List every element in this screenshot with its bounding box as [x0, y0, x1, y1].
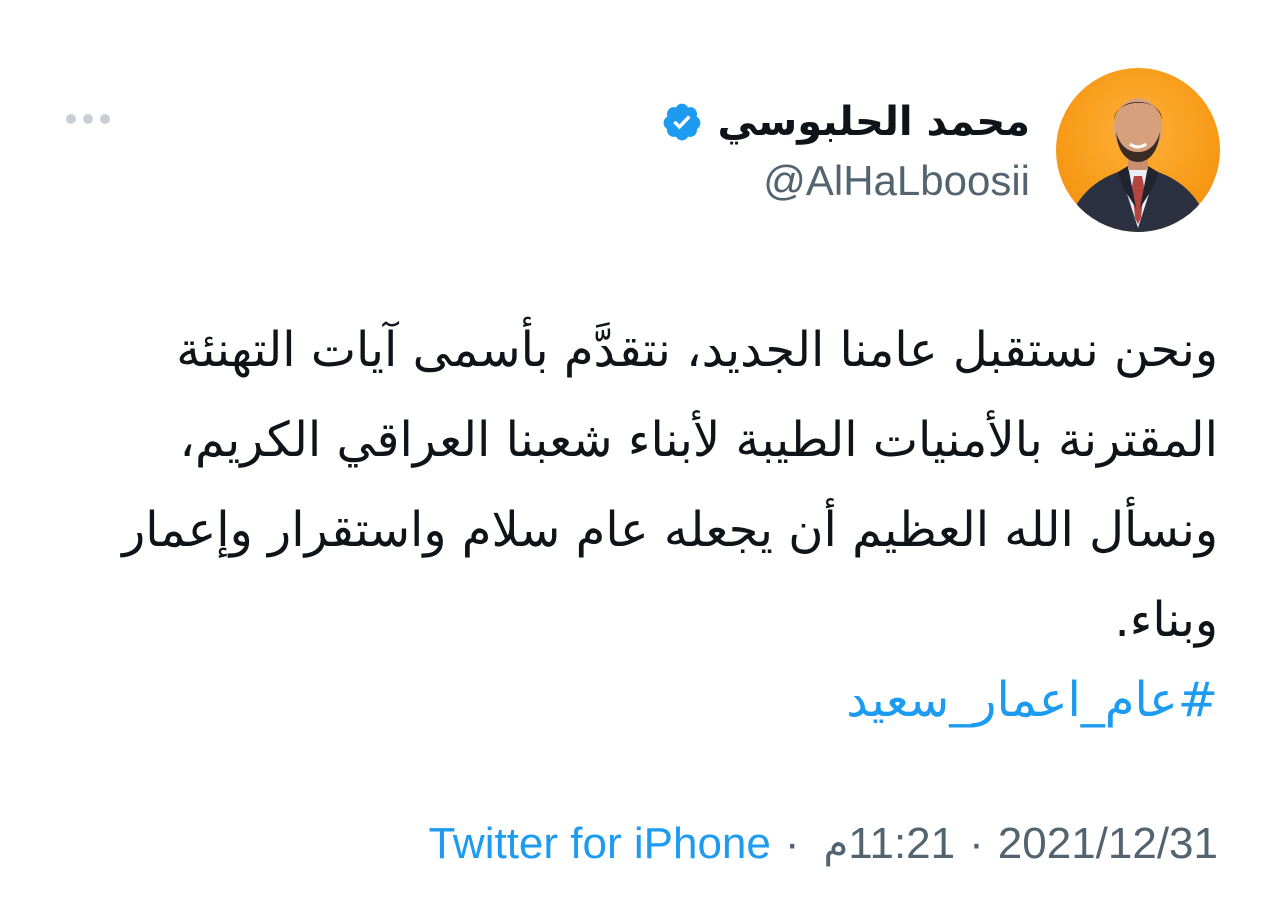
author-handle[interactable]: @AlHaLboosii — [763, 152, 1030, 210]
more-dot-icon — [83, 114, 93, 124]
avatar-portrait-icon — [1066, 98, 1210, 232]
meta-separator: · — [784, 819, 800, 868]
tweet-card: محمد الحلبوسي @AlHaLboosii ونحن نستقبل ع… — [0, 0, 1280, 897]
hashtag-link[interactable]: #عام_اعمار_سعيد — [846, 655, 1218, 745]
more-dot-icon — [100, 114, 110, 124]
tweet-text: ونحن نستقبل عامنا الجديد، نتقدَّم بأسمى … — [122, 322, 1218, 648]
tweet-time-suffix: م — [823, 821, 849, 867]
tweet-source-link[interactable]: Twitter for iPhone — [428, 819, 770, 869]
author-display-name[interactable]: محمد الحلبوسي — [717, 92, 1030, 152]
tweet-date[interactable]: 2021/12/31 — [998, 819, 1218, 869]
author-name-row: محمد الحلبوسي — [661, 92, 1030, 152]
tweet-meta: Twitter for iPhone · م 11:21 · 2021/12/3… — [428, 812, 1218, 876]
more-dot-icon — [66, 114, 76, 124]
author-avatar[interactable] — [1056, 68, 1220, 232]
tweet-time[interactable]: 11:21 — [848, 819, 955, 869]
verified-badge-icon — [661, 101, 703, 143]
more-options-button[interactable] — [60, 104, 116, 134]
meta-separator: · — [969, 819, 984, 868]
